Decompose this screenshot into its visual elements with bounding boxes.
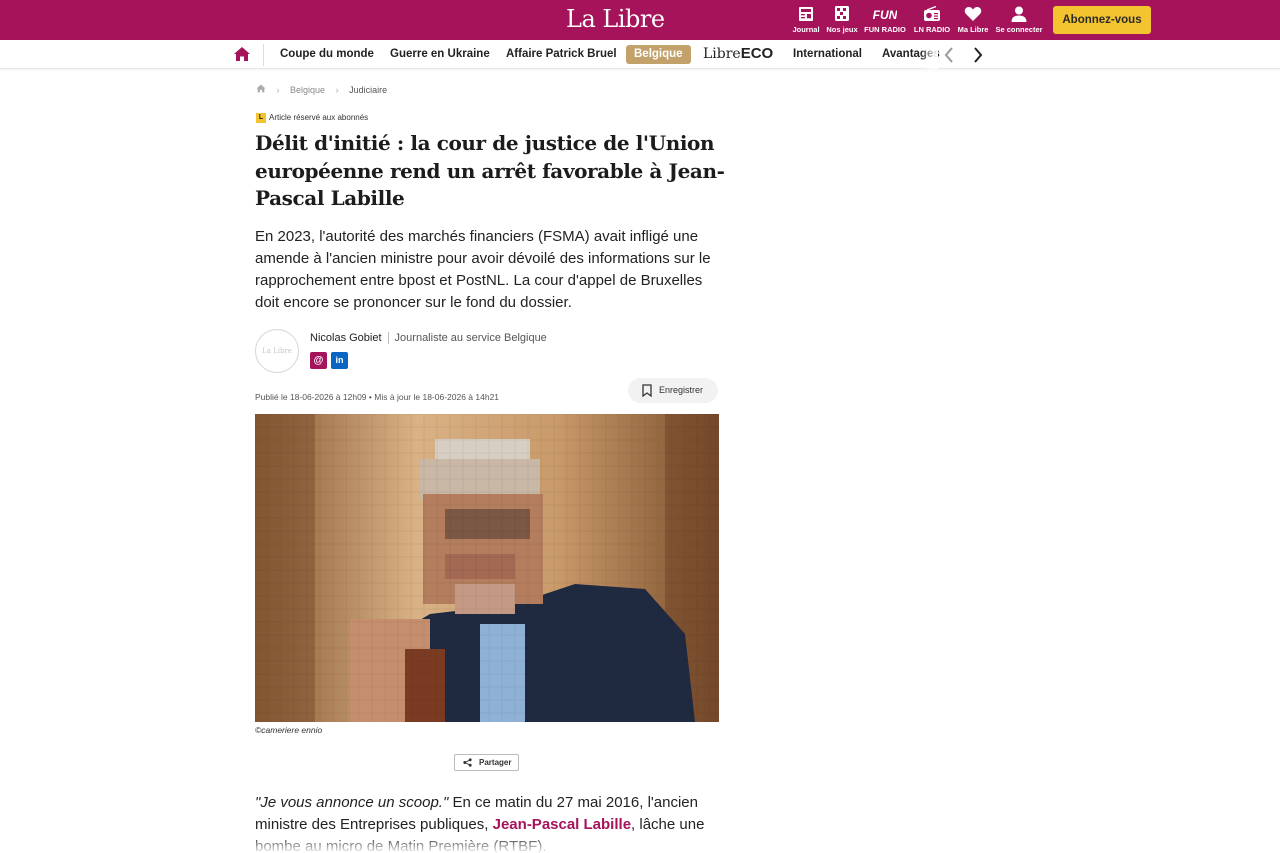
fun-radio-label: FUN RADIO xyxy=(864,25,906,34)
breadcrumb-item-belgique[interactable]: Belgique xyxy=(290,85,325,95)
newspaper-icon xyxy=(799,7,813,21)
premium-badge-icon: L xyxy=(256,113,266,123)
published-date: Publié le 18-06-2026 à 12h09 xyxy=(255,392,367,402)
nav-divider xyxy=(263,44,264,66)
section-nav: Coupe du monde Guerre en Ukraine Affaire… xyxy=(0,40,1280,69)
nav-fade xyxy=(920,40,938,69)
email-icon[interactable]: @ xyxy=(310,352,327,369)
photo-caption: ©cameriere ennio xyxy=(255,725,323,735)
radio-icon xyxy=(924,6,940,21)
save-label: Enregistrer xyxy=(659,385,704,395)
fun-radio-logo: FUN xyxy=(873,8,897,22)
body-link-jean-pascal-labille[interactable]: Jean-Pascal Labille xyxy=(493,816,631,833)
breadcrumb-home-icon[interactable] xyxy=(256,84,266,95)
breadcrumb-separator-icon: › xyxy=(335,84,339,95)
home-icon[interactable] xyxy=(233,46,251,62)
share-button[interactable]: Partager xyxy=(454,754,519,771)
breadcrumb: › Belgique › Judiciaire xyxy=(256,84,387,95)
breadcrumb-separator-icon: › xyxy=(276,84,280,95)
premium-text: Article réservé aux abonnés xyxy=(269,113,369,123)
nav-item-libre-eco[interactable]: LibreECO xyxy=(703,45,773,62)
chevron-right-icon[interactable] xyxy=(970,45,986,65)
pixelated-portrait-image xyxy=(255,414,719,722)
save-button[interactable]: Enregistrer xyxy=(628,378,718,403)
site-logo[interactable]: La Libre xyxy=(566,5,665,33)
svg-text:FUN: FUN xyxy=(873,8,897,22)
body-quote: "Je vous annonce un scoop." xyxy=(255,794,449,811)
share-icon xyxy=(463,758,472,767)
login-label: Se connecter xyxy=(995,25,1043,34)
share-label: Partager xyxy=(479,758,512,767)
chevron-left-icon[interactable] xyxy=(941,45,957,65)
games-grid-icon xyxy=(835,6,849,21)
article-lead: En 2023, l'autorité des marchés financie… xyxy=(255,228,711,311)
author-name[interactable]: Nicolas Gobiet xyxy=(310,332,382,344)
linkedin-icon[interactable]: in xyxy=(331,352,348,369)
article-title: Délit d'initié : la cour de justice de l… xyxy=(255,131,725,210)
nav-item-international[interactable]: International xyxy=(793,40,862,69)
nav-item-affaire-patrick-bruel[interactable]: Affaire Patrick Bruel xyxy=(506,40,617,69)
article-photo[interactable] xyxy=(255,414,719,722)
article-dates: Publié le 18-06-2026 à 12h09 • Mis à jou… xyxy=(255,392,499,402)
fun-radio-button[interactable]: FUN FUN RADIO xyxy=(858,6,912,34)
user-icon xyxy=(1011,6,1027,22)
top-bar: La Libre Journal Nos jeux FUN FUN RADIO … xyxy=(0,0,1280,40)
login-button[interactable]: Se connecter xyxy=(992,6,1046,34)
author-divider xyxy=(387,332,389,345)
bookmark-icon xyxy=(642,384,652,397)
author-role: Journaliste au service Belgique xyxy=(394,332,547,344)
nav-item-belgique[interactable]: Belgique xyxy=(626,45,691,64)
date-separator: • xyxy=(368,392,372,402)
breadcrumb-item-judiciaire[interactable]: Judiciaire xyxy=(349,85,387,95)
libre-eco-prefix: Libre xyxy=(703,46,741,62)
bottom-fade xyxy=(0,835,1280,853)
subscribe-button[interactable]: Abonnez-vous xyxy=(1053,6,1151,34)
author-line: Nicolas Gobiet Journaliste au service Bel… xyxy=(310,332,547,345)
nav-item-coupe-du-monde[interactable]: Coupe du monde xyxy=(280,40,374,69)
author-avatar[interactable]: La Libre xyxy=(255,329,299,373)
heart-icon xyxy=(964,7,982,21)
updated-date: Mis à jour le 18-06-2026 à 14h21 xyxy=(374,392,500,402)
nav-item-guerre-en-ukraine[interactable]: Guerre en Ukraine xyxy=(390,40,490,69)
libre-eco-suffix: ECO xyxy=(740,45,774,62)
premium-label: L Article réservé aux abonnés xyxy=(256,113,368,123)
